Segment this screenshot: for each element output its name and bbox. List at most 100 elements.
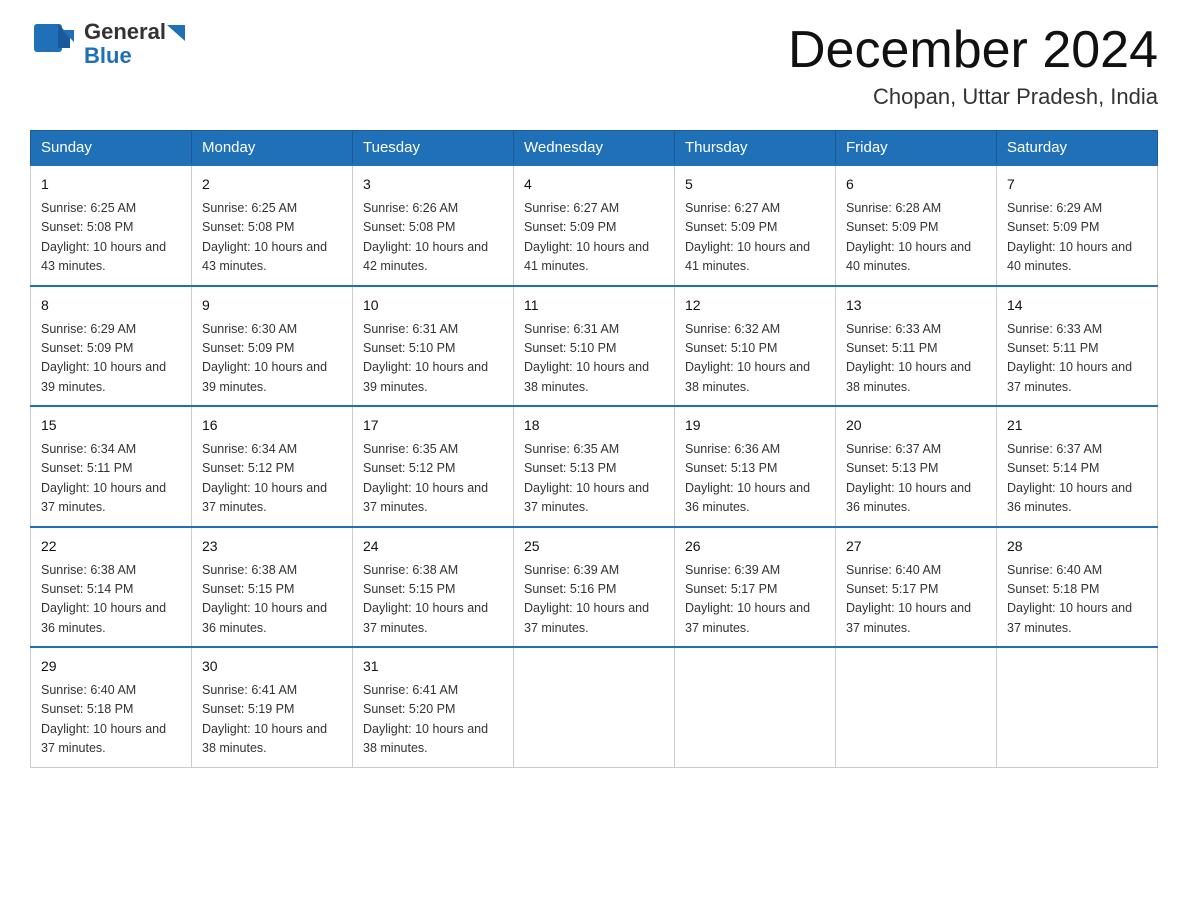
day-number: 2 bbox=[202, 174, 342, 195]
day-info: Sunrise: 6:31 AMSunset: 5:10 PMDaylight:… bbox=[363, 320, 503, 398]
logo-blue: Blue bbox=[84, 44, 185, 68]
header-friday: Friday bbox=[836, 131, 997, 166]
day-number: 13 bbox=[846, 295, 986, 316]
header-monday: Monday bbox=[192, 131, 353, 166]
day-info: Sunrise: 6:38 AMSunset: 5:15 PMDaylight:… bbox=[202, 561, 342, 639]
calendar-cell: 22Sunrise: 6:38 AMSunset: 5:14 PMDayligh… bbox=[31, 527, 192, 648]
day-info: Sunrise: 6:34 AMSunset: 5:11 PMDaylight:… bbox=[41, 440, 181, 518]
calendar-cell: 14 Sunrise: 6:33 AMSunset: 5:11 PMDayligh… bbox=[997, 286, 1158, 407]
day-info: Sunrise: 6:30 AMSunset: 5:09 PMDaylight:… bbox=[202, 320, 342, 398]
logo-text: General bbox=[84, 20, 185, 44]
day-number: 22 bbox=[41, 536, 181, 557]
logo-icon bbox=[30, 20, 78, 68]
header-thursday: Thursday bbox=[675, 131, 836, 166]
header-sunday: Sunday bbox=[31, 131, 192, 166]
day-number: 16 bbox=[202, 415, 342, 436]
day-number: 11 bbox=[524, 295, 664, 316]
day-info: Sunrise: 6:36 AMSunset: 5:13 PMDaylight:… bbox=[685, 440, 825, 518]
day-number: 18 bbox=[524, 415, 664, 436]
day-number: 12 bbox=[685, 295, 825, 316]
day-number: 5 bbox=[685, 174, 825, 195]
calendar-cell: 11 Sunrise: 6:31 AMSunset: 5:10 PMDayligh… bbox=[514, 286, 675, 407]
logo: General Blue bbox=[30, 20, 185, 68]
calendar-cell: 27Sunrise: 6:40 AMSunset: 5:17 PMDayligh… bbox=[836, 527, 997, 648]
day-number: 1 bbox=[41, 174, 181, 195]
day-info: Sunrise: 6:39 AMSunset: 5:17 PMDaylight:… bbox=[685, 561, 825, 639]
calendar-cell: 17 Sunrise: 6:35 AMSunset: 5:12 PMDayligh… bbox=[353, 406, 514, 527]
calendar-cell: 15 Sunrise: 6:34 AMSunset: 5:11 PMDayligh… bbox=[31, 406, 192, 527]
calendar-cell: 13 Sunrise: 6:33 AMSunset: 5:11 PMDayligh… bbox=[836, 286, 997, 407]
day-info: Sunrise: 6:27 AMSunset: 5:09 PMDaylight:… bbox=[524, 199, 664, 277]
day-number: 31 bbox=[363, 656, 503, 677]
calendar-cell: 19Sunrise: 6:36 AMSunset: 5:13 PMDayligh… bbox=[675, 406, 836, 527]
day-number: 10 bbox=[363, 295, 503, 316]
calendar-cell: 20 Sunrise: 6:37 AMSunset: 5:13 PMDayligh… bbox=[836, 406, 997, 527]
day-info: Sunrise: 6:27 AMSunset: 5:09 PMDaylight:… bbox=[685, 199, 825, 277]
header-wednesday: Wednesday bbox=[514, 131, 675, 166]
calendar-cell: 8 Sunrise: 6:29 AMSunset: 5:09 PMDaylight… bbox=[31, 286, 192, 407]
page-header: General Blue December 2024 Chopan, Uttar… bbox=[30, 20, 1158, 110]
day-info: Sunrise: 6:35 AMSunset: 5:12 PMDaylight:… bbox=[363, 440, 503, 518]
day-number: 21 bbox=[1007, 415, 1147, 436]
calendar-cell: 3 Sunrise: 6:26 AMSunset: 5:08 PMDaylight… bbox=[353, 165, 514, 286]
calendar-cell: 31 Sunrise: 6:41 AMSunset: 5:20 PMDayligh… bbox=[353, 647, 514, 767]
day-number: 15 bbox=[41, 415, 181, 436]
calendar-cell: 26 Sunrise: 6:39 AMSunset: 5:17 PMDayligh… bbox=[675, 527, 836, 648]
calendar-cell: 6 Sunrise: 6:28 AMSunset: 5:09 PMDaylight… bbox=[836, 165, 997, 286]
calendar-week-4: 22Sunrise: 6:38 AMSunset: 5:14 PMDayligh… bbox=[31, 527, 1158, 648]
day-info: Sunrise: 6:29 AMSunset: 5:09 PMDaylight:… bbox=[1007, 199, 1147, 277]
day-info: Sunrise: 6:38 AMSunset: 5:15 PMDaylight:… bbox=[363, 561, 503, 639]
calendar-cell bbox=[836, 647, 997, 767]
day-number: 20 bbox=[846, 415, 986, 436]
calendar-cell: 2Sunrise: 6:25 AMSunset: 5:08 PMDaylight… bbox=[192, 165, 353, 286]
logo-general: General bbox=[84, 19, 166, 44]
calendar-cell: 24 Sunrise: 6:38 AMSunset: 5:15 PMDayligh… bbox=[353, 527, 514, 648]
day-info: Sunrise: 6:28 AMSunset: 5:09 PMDaylight:… bbox=[846, 199, 986, 277]
day-number: 26 bbox=[685, 536, 825, 557]
calendar-cell: 18 Sunrise: 6:35 AMSunset: 5:13 PMDayligh… bbox=[514, 406, 675, 527]
calendar-cell bbox=[675, 647, 836, 767]
calendar-week-3: 15 Sunrise: 6:34 AMSunset: 5:11 PMDayligh… bbox=[31, 406, 1158, 527]
day-info: Sunrise: 6:26 AMSunset: 5:08 PMDaylight:… bbox=[363, 199, 503, 277]
day-info: Sunrise: 6:29 AMSunset: 5:09 PMDaylight:… bbox=[41, 320, 181, 398]
page-title: December 2024 bbox=[788, 20, 1158, 80]
day-info: Sunrise: 6:41 AMSunset: 5:19 PMDaylight:… bbox=[202, 681, 342, 759]
day-info: Sunrise: 6:40 AMSunset: 5:17 PMDaylight:… bbox=[846, 561, 986, 639]
calendar-week-1: 1 Sunrise: 6:25 AMSunset: 5:08 PMDaylight… bbox=[31, 165, 1158, 286]
day-info: Sunrise: 6:32 AMSunset: 5:10 PMDaylight:… bbox=[685, 320, 825, 398]
calendar-cell: 29 Sunrise: 6:40 AMSunset: 5:18 PMDayligh… bbox=[31, 647, 192, 767]
day-info: Sunrise: 6:33 AMSunset: 5:11 PMDaylight:… bbox=[846, 320, 986, 398]
day-info: Sunrise: 6:40 AMSunset: 5:18 PMDaylight:… bbox=[1007, 561, 1147, 639]
day-number: 17 bbox=[363, 415, 503, 436]
day-info: Sunrise: 6:37 AMSunset: 5:14 PMDaylight:… bbox=[1007, 440, 1147, 518]
day-info: Sunrise: 6:37 AMSunset: 5:13 PMDaylight:… bbox=[846, 440, 986, 518]
day-number: 9 bbox=[202, 295, 342, 316]
day-number: 3 bbox=[363, 174, 503, 195]
calendar-cell: 9 Sunrise: 6:30 AMSunset: 5:09 PMDaylight… bbox=[192, 286, 353, 407]
day-number: 28 bbox=[1007, 536, 1147, 557]
day-info: Sunrise: 6:41 AMSunset: 5:20 PMDaylight:… bbox=[363, 681, 503, 759]
day-number: 7 bbox=[1007, 174, 1147, 195]
day-info: Sunrise: 6:31 AMSunset: 5:10 PMDaylight:… bbox=[524, 320, 664, 398]
day-number: 24 bbox=[363, 536, 503, 557]
day-number: 14 bbox=[1007, 295, 1147, 316]
day-number: 30 bbox=[202, 656, 342, 677]
calendar-cell: 5 Sunrise: 6:27 AMSunset: 5:09 PMDaylight… bbox=[675, 165, 836, 286]
day-number: 6 bbox=[846, 174, 986, 195]
header-tuesday: Tuesday bbox=[353, 131, 514, 166]
day-info: Sunrise: 6:40 AMSunset: 5:18 PMDaylight:… bbox=[41, 681, 181, 759]
title-block: December 2024 Chopan, Uttar Pradesh, Ind… bbox=[788, 20, 1158, 110]
day-info: Sunrise: 6:35 AMSunset: 5:13 PMDaylight:… bbox=[524, 440, 664, 518]
calendar-cell: 30 Sunrise: 6:41 AMSunset: 5:19 PMDayligh… bbox=[192, 647, 353, 767]
calendar-week-5: 29 Sunrise: 6:40 AMSunset: 5:18 PMDayligh… bbox=[31, 647, 1158, 767]
day-number: 8 bbox=[41, 295, 181, 316]
day-number: 23 bbox=[202, 536, 342, 557]
day-info: Sunrise: 6:33 AMSunset: 5:11 PMDaylight:… bbox=[1007, 320, 1147, 398]
day-number: 29 bbox=[41, 656, 181, 677]
calendar-week-2: 8 Sunrise: 6:29 AMSunset: 5:09 PMDaylight… bbox=[31, 286, 1158, 407]
calendar-cell bbox=[514, 647, 675, 767]
calendar-header-row: SundayMondayTuesdayWednesdayThursdayFrid… bbox=[31, 131, 1158, 166]
calendar-table: SundayMondayTuesdayWednesdayThursdayFrid… bbox=[30, 130, 1158, 768]
day-info: Sunrise: 6:25 AMSunset: 5:08 PMDaylight:… bbox=[41, 199, 181, 277]
calendar-cell: 4Sunrise: 6:27 AMSunset: 5:09 PMDaylight… bbox=[514, 165, 675, 286]
